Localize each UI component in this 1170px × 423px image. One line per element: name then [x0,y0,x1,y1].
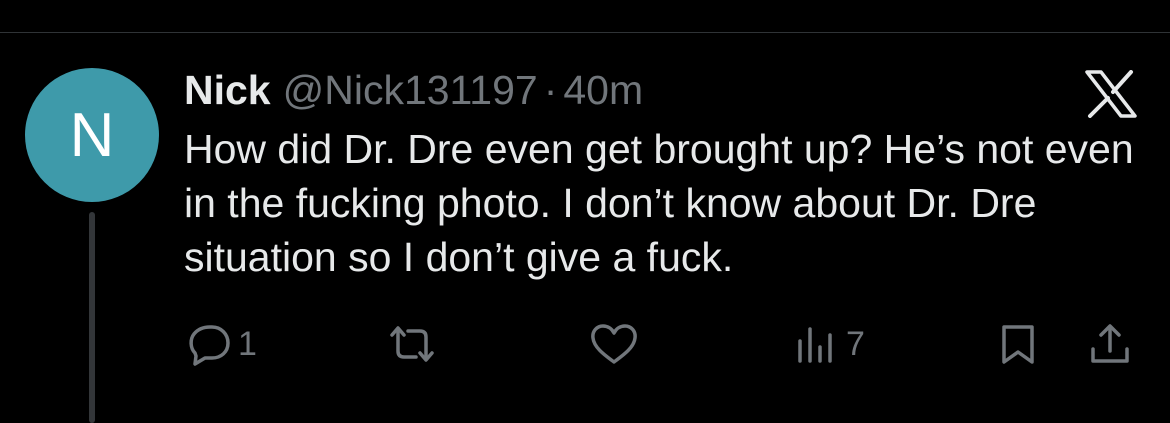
heart-icon [591,324,637,364]
tweet-page: N Nick @Nick131197 · 40m How did Dr. Dre… [0,0,1170,423]
bookmark-button[interactable] [996,316,1040,372]
timestamp[interactable]: 40m [563,64,643,116]
bookmark-icon [1002,325,1034,364]
views-count: 7 [846,324,865,363]
tweet-text: How did Dr. Dre even get brought up? He’… [184,126,1134,280]
bar-chart-icon [798,327,832,363]
display-name[interactable]: Nick [184,64,271,116]
share-button[interactable] [1087,316,1133,372]
action-bar: 1 7 [0,316,1170,372]
like-button[interactable] [588,316,640,372]
speech-bubble-icon [189,325,230,366]
x-logo-icon [1085,70,1137,118]
share-upload-icon [1091,324,1129,363]
views-button[interactable]: 7 [794,316,865,372]
retweet-button[interactable] [386,316,438,372]
avatar-initial: N [69,100,115,170]
top-divider [0,32,1170,33]
retweet-icon [390,326,434,362]
reply-button[interactable]: 1 [186,316,257,372]
user-handle[interactable]: @Nick131197 [283,64,538,116]
avatar[interactable]: N [25,68,159,202]
reply-count: 1 [238,324,257,363]
tweet-header: Nick @Nick131197 · 40m [184,64,643,116]
header-separator: · [543,67,558,113]
